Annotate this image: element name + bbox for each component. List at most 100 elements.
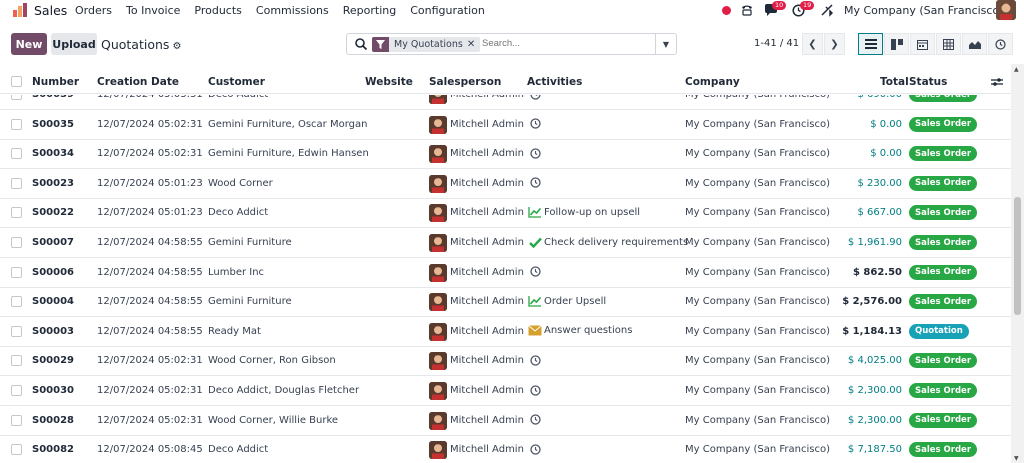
row-checkbox[interactable] (11, 355, 22, 367)
column-header-creation-date[interactable]: Creation Date (97, 76, 179, 88)
menu-item-reporting[interactable]: Reporting (343, 4, 396, 17)
sales-chart-icon[interactable] (12, 2, 28, 18)
chart-line-icon[interactable] (528, 206, 542, 219)
clock-icon[interactable] (528, 147, 542, 159)
upload-button[interactable]: Upload (51, 33, 97, 55)
column-header-customer[interactable]: Customer (208, 76, 265, 88)
row-checkbox[interactable] (11, 385, 22, 396)
column-header-number[interactable]: Number (32, 76, 79, 88)
table-row[interactable]: S00006 12/07/2024 04:58:55 Lumber Inc Mitch… (0, 258, 1011, 288)
menu-item-to-invoice[interactable]: To Invoice (126, 4, 180, 17)
table-row[interactable]: S00035 12/07/2024 05:02:31 Gemini Furnitur… (0, 110, 1011, 140)
pager-previous-button[interactable]: ❮ (802, 33, 823, 55)
column-header-company[interactable]: Company (685, 76, 740, 88)
vertical-scrollbar[interactable]: ▲ ▼ (1011, 64, 1024, 463)
clock-icon[interactable] (528, 443, 542, 455)
table-row[interactable]: S00039 12/07/2024 05:03:31 Deco Addict Mitc… (0, 95, 1011, 110)
table-row[interactable]: S00030 12/07/2024 05:02:31 Deco Addict, Do… (0, 376, 1011, 406)
kanban-view-button[interactable] (884, 33, 909, 55)
user-avatar[interactable] (996, 0, 1016, 20)
debug-tools-icon[interactable] (820, 4, 834, 20)
activity-widget[interactable] (528, 414, 544, 426)
optional-columns-toggle-icon[interactable] (991, 77, 1003, 87)
new-button[interactable]: New (11, 33, 47, 55)
graph-view-button[interactable] (962, 33, 987, 55)
clock-icon[interactable] (528, 384, 542, 396)
gear-icon[interactable]: ⚙ (172, 41, 181, 52)
envelope-icon[interactable] (528, 325, 542, 337)
clock-icon[interactable] (528, 177, 542, 189)
row-checkbox[interactable] (11, 237, 22, 248)
app-name[interactable]: Sales (34, 3, 67, 18)
activity-widget[interactable]: Order Upsell (528, 295, 606, 307)
pager-next-button[interactable]: ❯ (824, 33, 845, 55)
company: My Company (San Francisco) (685, 177, 830, 189)
activity-widget[interactable] (528, 95, 544, 100)
search-dropdown-toggle[interactable]: ▼ (655, 34, 676, 54)
table-row[interactable]: S00007 12/07/2024 04:58:55 Gemini Furnitur… (0, 228, 1011, 258)
menu-item-orders[interactable]: Orders (75, 4, 112, 17)
scroll-up-arrow-icon[interactable]: ▲ (1014, 66, 1019, 73)
column-header-status[interactable]: Status (909, 76, 947, 88)
activity-widget[interactable]: Answer questions (528, 325, 632, 337)
clock-icon[interactable] (528, 118, 542, 130)
table-row[interactable]: S00034 12/07/2024 05:02:31 Gemini Furnitur… (0, 139, 1011, 170)
phone-icon[interactable] (740, 3, 754, 20)
activity-widget[interactable]: Check delivery requirements (528, 236, 688, 248)
messages-icon[interactable]: 10 (764, 1, 787, 20)
menu-item-products[interactable]: Products (194, 4, 242, 17)
row-checkbox[interactable] (11, 266, 22, 278)
activity-widget[interactable]: Follow-up on upsell (528, 206, 640, 219)
table-row[interactable]: S00022 12/07/2024 05:01:23 Deco Addict Mitc… (0, 198, 1011, 229)
table-row[interactable]: S00004 12/07/2024 04:58:55 Gemini Furnitur… (0, 287, 1011, 318)
activity-widget[interactable] (528, 266, 544, 278)
column-header-total[interactable]: Total (880, 76, 909, 88)
clock-icon[interactable] (528, 95, 542, 100)
row-checkbox[interactable] (11, 444, 22, 456)
customer: Wood Corner, Willie Burke (208, 414, 339, 426)
facet-remove-icon[interactable]: ✕ (467, 39, 480, 50)
pager-value[interactable]: 1-41 / 41 (754, 38, 799, 49)
column-header-activities[interactable]: Activities (527, 76, 582, 88)
list-view-button[interactable] (858, 33, 883, 55)
table-row[interactable]: S00082 12/07/2024 05:08:45 Deco Addict Mitc… (0, 435, 1011, 463)
search-input[interactable] (482, 38, 652, 49)
row-checkbox[interactable] (11, 296, 22, 308)
row-checkbox[interactable] (11, 414, 22, 426)
table-row[interactable]: S00029 12/07/2024 05:02:31 Wood Corner, Ro… (0, 346, 1011, 377)
table-row[interactable]: S00003 12/07/2024 04:58:55 Ready Mat Mitche… (0, 317, 1011, 347)
menu-item-configuration[interactable]: Configuration (410, 4, 485, 17)
activity-widget[interactable] (528, 147, 544, 159)
chart-line-icon[interactable] (528, 295, 542, 307)
column-header-salesperson[interactable]: Salesperson (429, 76, 501, 88)
pivot-view-button[interactable] (936, 33, 961, 55)
activity-widget[interactable] (528, 118, 544, 130)
column-header-website[interactable]: Website (365, 76, 413, 88)
select-all-checkbox[interactable] (11, 76, 22, 87)
clock-icon[interactable] (528, 414, 542, 426)
clock-icon[interactable] (528, 354, 542, 366)
row-checkbox[interactable] (11, 148, 22, 160)
menu-item-commissions[interactable]: Commissions (256, 4, 329, 17)
row-checkbox[interactable] (11, 177, 22, 189)
row-checkbox[interactable] (11, 95, 22, 100)
row-checkbox[interactable] (11, 118, 22, 130)
check-icon[interactable] (528, 236, 542, 248)
record-indicator-icon[interactable] (722, 6, 731, 15)
activities-icon[interactable]: 19 (792, 1, 815, 20)
activity-widget[interactable] (528, 177, 544, 189)
company-switcher[interactable]: My Company (San Francisco) (844, 4, 1003, 17)
activity-widget[interactable] (528, 384, 544, 396)
row-checkbox[interactable] (11, 325, 22, 337)
scrollbar-thumb[interactable] (1014, 197, 1021, 315)
table-row[interactable]: S00028 12/07/2024 05:02:31 Wood Corner, Wi… (0, 406, 1011, 436)
table-row[interactable]: S00023 12/07/2024 05:01:23 Wood Corner Mitc… (0, 169, 1011, 199)
scroll-down-arrow-icon[interactable]: ▼ (1014, 455, 1019, 462)
calendar-view-button[interactable] (910, 33, 935, 55)
activity-view-button[interactable] (988, 33, 1013, 55)
row-checkbox[interactable] (11, 207, 22, 219)
search-icon[interactable] (354, 37, 368, 51)
activity-widget[interactable] (528, 443, 544, 455)
activity-widget[interactable] (528, 354, 544, 366)
clock-icon[interactable] (528, 266, 542, 278)
